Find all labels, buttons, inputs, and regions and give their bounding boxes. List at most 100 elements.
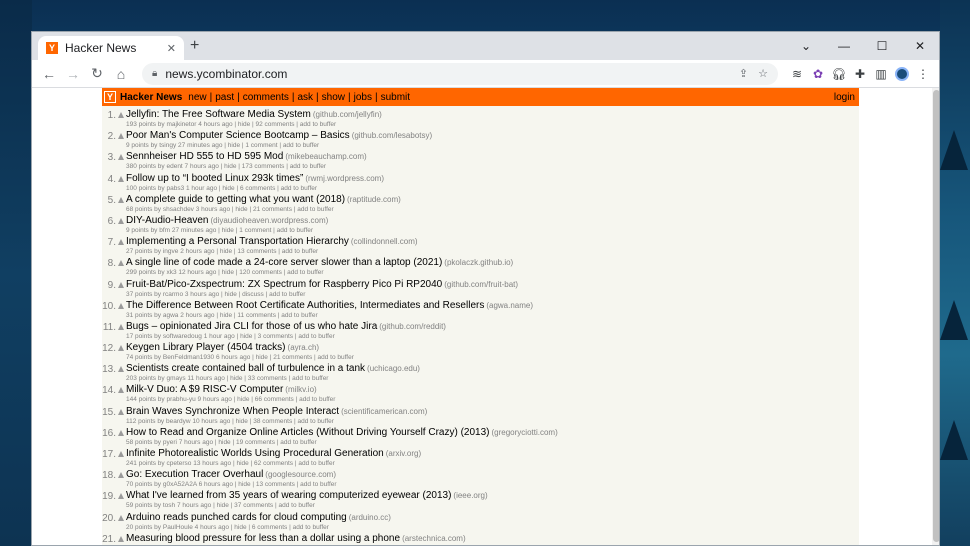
upvote-arrow-icon[interactable] xyxy=(118,260,124,267)
close-tab-icon[interactable]: ✕ xyxy=(167,42,176,55)
home-button[interactable]: ⌂ xyxy=(110,63,132,85)
story-title-link[interactable]: DIY-Audio-Heaven xyxy=(126,215,208,226)
upvote-arrow-icon[interactable] xyxy=(118,281,124,288)
upvote-arrow-icon[interactable] xyxy=(118,302,124,309)
story-site[interactable]: (scientificamerican.com) xyxy=(341,407,427,416)
nav-submit[interactable]: submit xyxy=(381,92,410,103)
bookmark-star-icon[interactable]: ☆ xyxy=(758,67,768,80)
extensions-puzzle-icon[interactable]: ✚ xyxy=(850,63,870,85)
story-subtext[interactable]: 17 points by softwaredoug 1 hour ago | h… xyxy=(126,333,335,340)
scrollbar-thumb[interactable] xyxy=(933,90,939,542)
story-subtext[interactable]: 59 points by tosh 7 hours ago | hide | 3… xyxy=(126,502,315,509)
story-title-link[interactable]: Jellyfin: The Free Software Media System xyxy=(126,109,311,120)
upvote-arrow-icon[interactable] xyxy=(118,133,124,140)
upvote-arrow-icon[interactable] xyxy=(118,514,124,521)
upvote-arrow-icon[interactable] xyxy=(118,175,124,182)
tab-search-chevron-icon[interactable]: ⌄ xyxy=(787,32,825,60)
upvote-arrow-icon[interactable] xyxy=(118,239,124,246)
url-text[interactable]: news.ycombinator.com xyxy=(165,67,729,81)
story-site[interactable]: (rwmj.wordpress.com) xyxy=(305,174,384,183)
hn-site-name[interactable]: Hacker News xyxy=(120,92,182,103)
story-subtext[interactable]: 37 points by rcarmo 3 hours ago | hide |… xyxy=(126,291,305,298)
story-title-link[interactable]: Implementing a Personal Transportation H… xyxy=(126,236,349,247)
address-bar[interactable]: 🔒︎ news.ycombinator.com ⇪ ☆ xyxy=(142,62,778,85)
upvote-arrow-icon[interactable] xyxy=(118,535,124,542)
forward-button[interactable]: → xyxy=(62,63,84,85)
story-title-link[interactable]: Fruit-Bat/Pico-Zxspectrum: ZX Spectrum f… xyxy=(126,279,442,290)
story-subtext[interactable]: 100 points by pabs3 1 hour ago | hide | … xyxy=(126,185,317,192)
story-subtext[interactable]: 68 points by shsachdev 3 hours ago | hid… xyxy=(126,206,334,213)
maximize-button[interactable]: ☐ xyxy=(863,32,901,60)
profile-avatar[interactable] xyxy=(892,63,912,85)
story-site[interactable]: (mikebeauchamp.com) xyxy=(285,152,366,161)
nav-comments[interactable]: comments xyxy=(243,92,289,103)
nav-past[interactable]: past xyxy=(215,92,234,103)
story-site[interactable]: (ieee.org) xyxy=(453,491,487,500)
upvote-arrow-icon[interactable] xyxy=(118,408,124,415)
upvote-arrow-icon[interactable] xyxy=(118,366,124,373)
page-scrollbar[interactable] xyxy=(932,88,939,545)
reload-button[interactable]: ↻ xyxy=(86,63,108,85)
story-title-link[interactable]: Go: Execution Tracer Overhaul xyxy=(126,469,263,480)
extension-headphones-icon[interactable]: 🎧︎ xyxy=(829,63,849,85)
side-panel-icon[interactable]: ▥ xyxy=(871,63,891,85)
story-title-link[interactable]: A single line of code made a 24-core ser… xyxy=(126,257,442,268)
story-subtext[interactable]: 193 points by majkinetor 4 hours ago | h… xyxy=(126,121,336,128)
story-subtext[interactable]: 241 points by cpeterso 13 hours ago | hi… xyxy=(126,460,335,467)
lock-icon[interactable]: 🔒︎ xyxy=(152,68,157,79)
story-site[interactable]: (github.com/jellyfin) xyxy=(313,110,382,119)
upvote-arrow-icon[interactable] xyxy=(118,217,124,224)
story-site[interactable]: (arstechnica.com) xyxy=(402,534,466,543)
upvote-arrow-icon[interactable] xyxy=(118,429,124,436)
story-site[interactable]: (agwa.name) xyxy=(486,301,533,310)
story-site[interactable]: (ayra.ch) xyxy=(288,343,320,352)
share-icon[interactable]: ⇪ xyxy=(739,67,748,80)
story-site[interactable]: (collindonnell.com) xyxy=(351,237,418,246)
story-title-link[interactable]: Poor Man's Computer Science Bootcamp – B… xyxy=(126,130,350,141)
story-title-link[interactable]: Sennheiser HD 555 to HD 595 Mod xyxy=(126,151,283,162)
nav-new[interactable]: new xyxy=(188,92,206,103)
login-link[interactable]: login xyxy=(834,92,855,103)
story-title-link[interactable]: Follow up to “I booted Linux 293k times” xyxy=(126,173,303,184)
close-window-button[interactable]: ✕ xyxy=(901,32,939,60)
story-site[interactable]: (gregoryciotti.com) xyxy=(492,428,558,437)
story-title-link[interactable]: What I've learned from 35 years of weari… xyxy=(126,490,451,501)
story-site[interactable]: (arxiv.org) xyxy=(386,449,421,458)
story-title-link[interactable]: Scientists create contained ball of turb… xyxy=(126,363,365,374)
story-title-link[interactable]: Measuring blood pressure for less than a… xyxy=(126,533,400,544)
upvote-arrow-icon[interactable] xyxy=(118,323,124,330)
story-subtext[interactable]: 20 points by PaulHoule 4 hours ago | hid… xyxy=(126,524,329,531)
story-subtext[interactable]: 112 points by beardyw 10 hours ago | hid… xyxy=(126,418,334,425)
story-subtext[interactable]: 27 points by ingve 2 hours ago | hide | … xyxy=(126,248,318,255)
nav-show[interactable]: show xyxy=(322,92,345,103)
story-title-link[interactable]: Keygen Library Player (4504 tracks) xyxy=(126,342,286,353)
story-site[interactable]: (diyaudioheaven.wordpress.com) xyxy=(210,216,328,225)
story-title-link[interactable]: Milk-V Duo: A $9 RISC-V Computer xyxy=(126,384,283,395)
extension-gear-icon[interactable]: ✿ xyxy=(808,63,828,85)
story-title-link[interactable]: Brain Waves Synchronize When People Inte… xyxy=(126,406,339,417)
story-subtext[interactable]: 299 points by xk3 12 hours ago | hide | … xyxy=(126,269,324,276)
tab-hacker-news[interactable]: Y Hacker News ✕ xyxy=(38,36,184,60)
extension-buffer-icon[interactable]: ≋ xyxy=(787,63,807,85)
story-site[interactable]: (github.com/fruit-bat) xyxy=(444,280,518,289)
upvote-arrow-icon[interactable] xyxy=(118,112,124,118)
story-subtext[interactable]: 9 points by tsingy 27 minutes ago | hide… xyxy=(126,142,319,149)
story-title-link[interactable]: How to Read and Organize Online Articles… xyxy=(126,427,490,438)
story-title-link[interactable]: Bugs – opinionated Jira CLI for those of… xyxy=(126,321,377,332)
story-subtext[interactable]: 31 points by agwa 2 hours ago | hide | 1… xyxy=(126,312,318,319)
upvote-arrow-icon[interactable] xyxy=(118,451,124,457)
story-title-link[interactable]: Arduino reads punched cards for cloud co… xyxy=(126,512,347,523)
browser-menu-icon[interactable]: ⋮ xyxy=(913,63,933,85)
hn-logo-icon[interactable]: Y xyxy=(104,91,116,103)
upvote-arrow-icon[interactable] xyxy=(118,154,124,161)
minimize-button[interactable]: — xyxy=(825,32,863,60)
upvote-arrow-icon[interactable] xyxy=(118,196,124,203)
story-title-link[interactable]: A complete guide to getting what you wan… xyxy=(126,194,345,205)
story-site[interactable]: (github.com/reddit) xyxy=(379,322,446,331)
upvote-arrow-icon[interactable] xyxy=(118,387,124,394)
back-button[interactable]: ← xyxy=(38,63,60,85)
new-tab-button[interactable]: + xyxy=(190,37,199,55)
upvote-arrow-icon[interactable] xyxy=(118,472,124,479)
story-site[interactable]: (raptitude.com) xyxy=(347,195,401,204)
story-site[interactable]: (uchicago.edu) xyxy=(367,364,420,373)
